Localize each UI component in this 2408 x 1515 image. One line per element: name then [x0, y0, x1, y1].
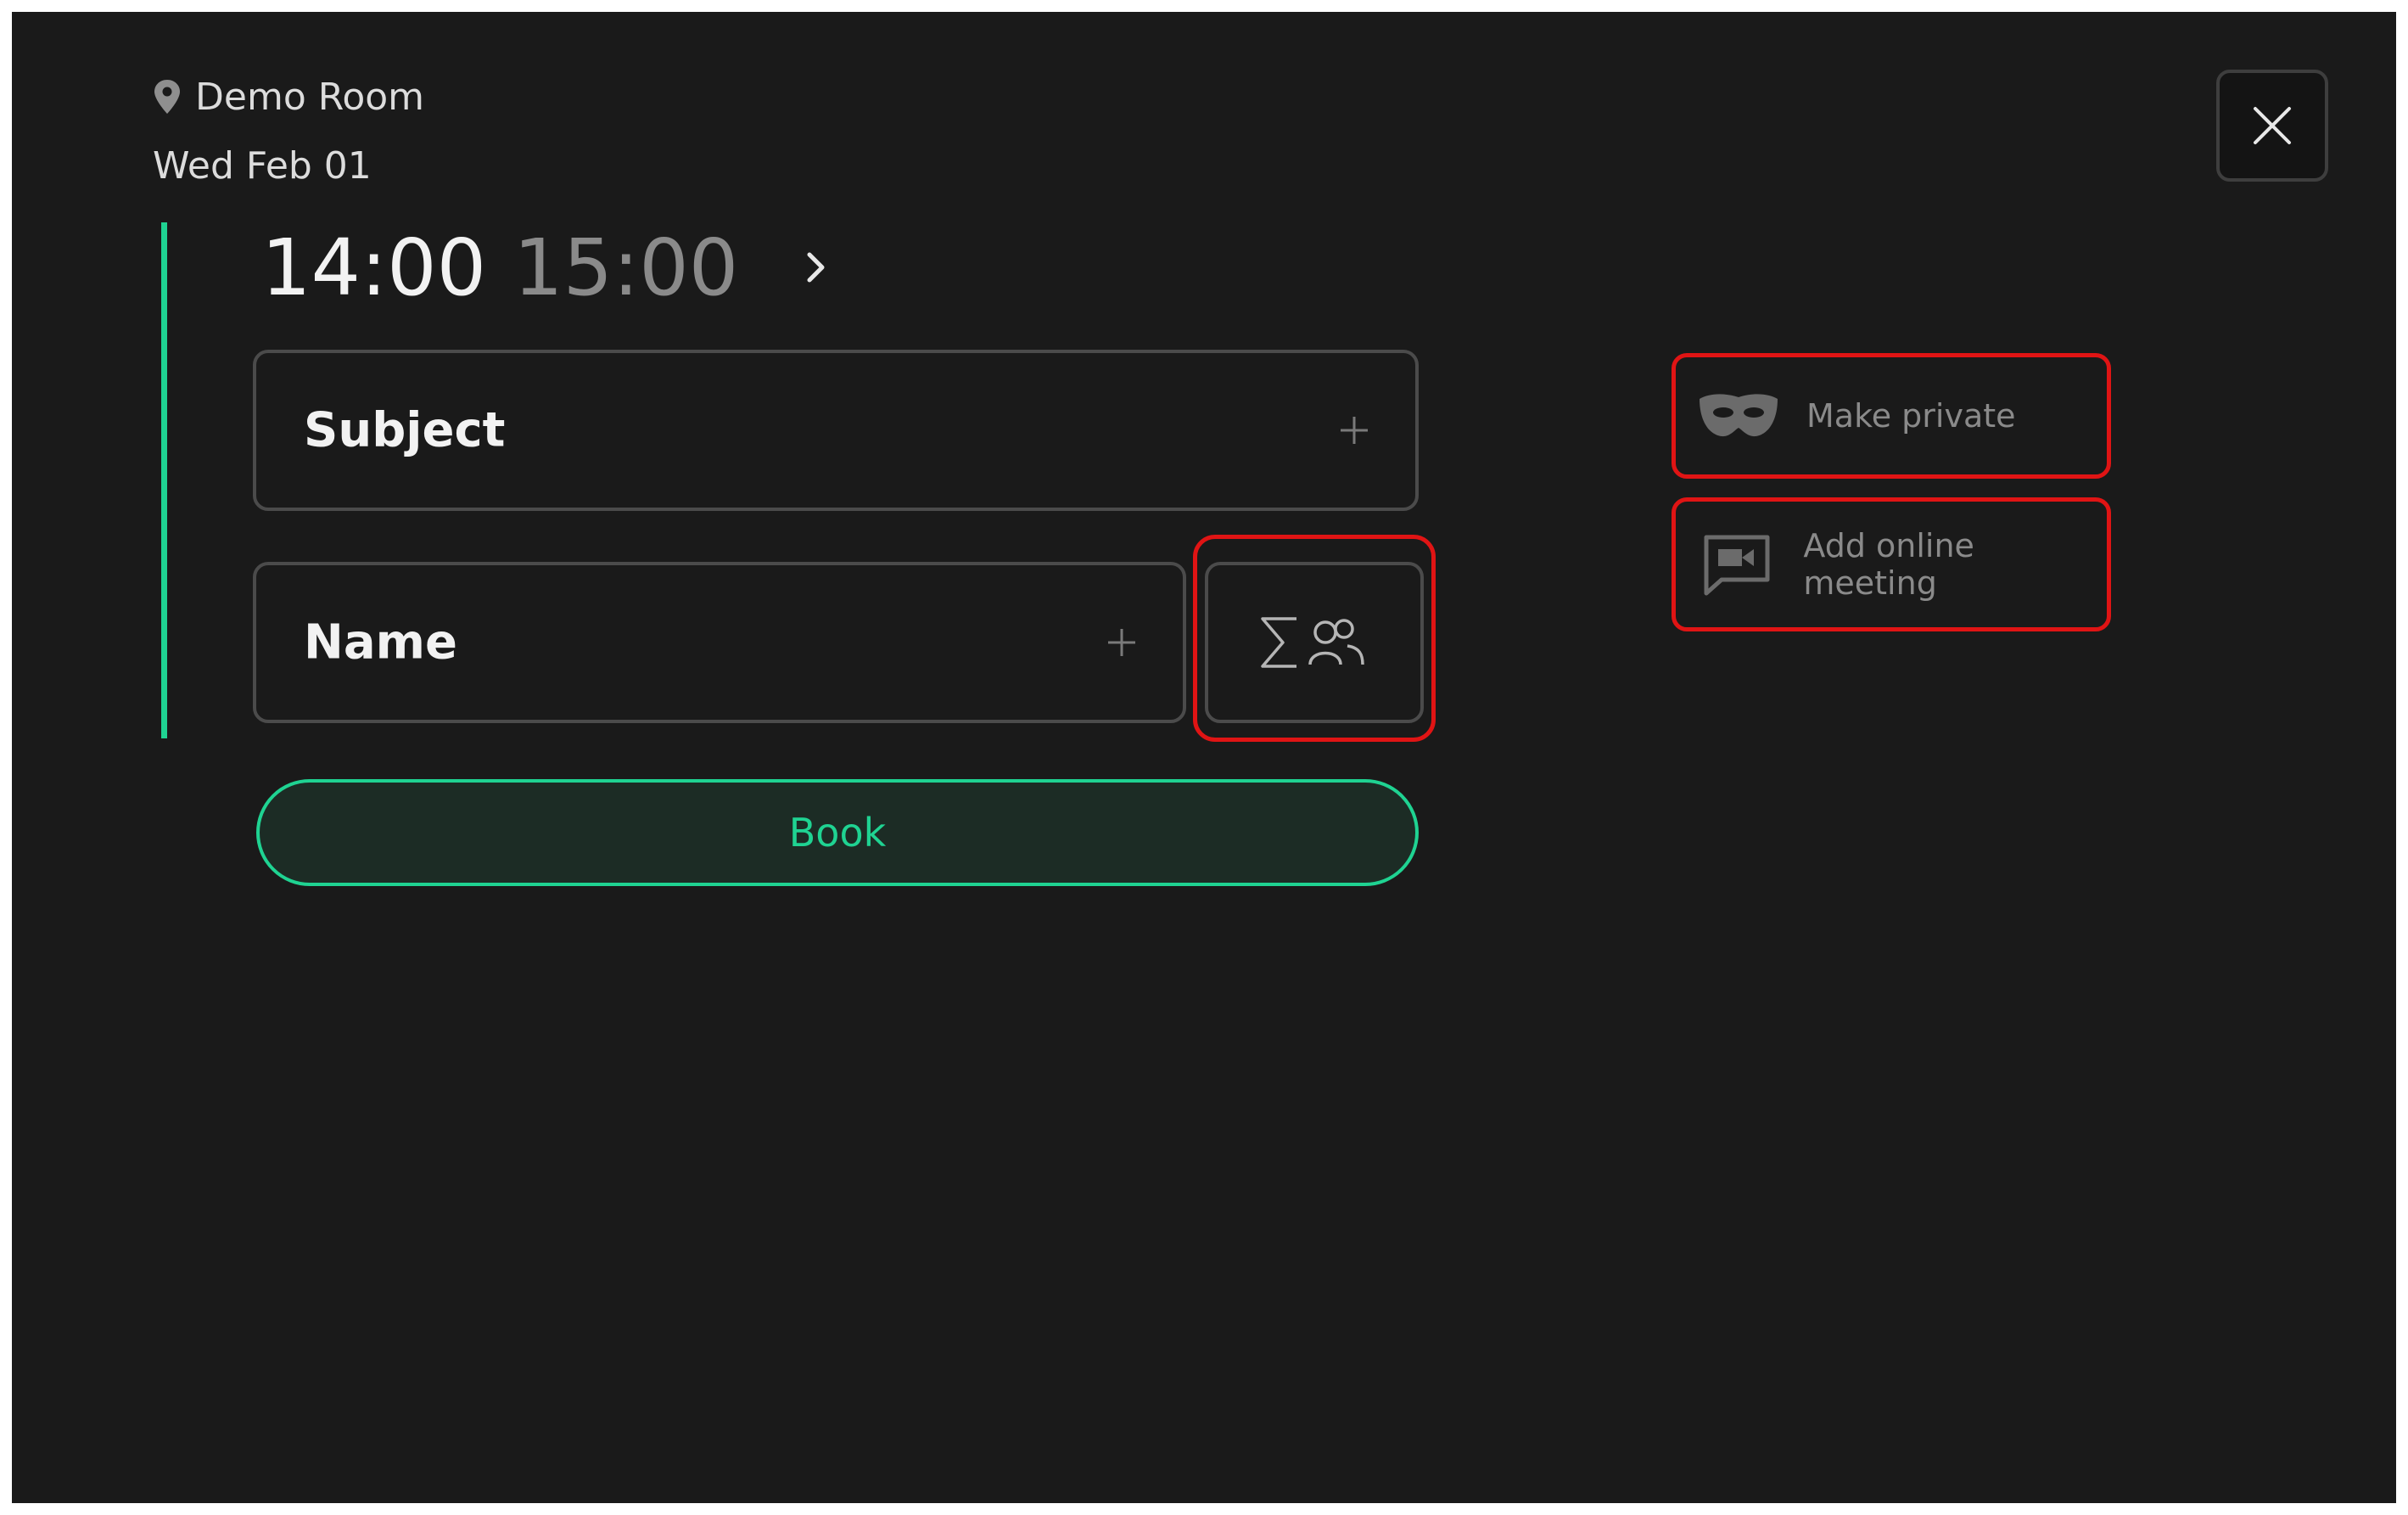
video-chat-icon: [1696, 532, 1778, 597]
name-label: Name: [304, 614, 457, 671]
subject-input[interactable]: Subject: [253, 350, 1419, 511]
make-private-button[interactable]: Make private: [1672, 353, 2111, 479]
location-pin-icon: [154, 80, 180, 114]
end-time[interactable]: 15:00: [513, 222, 738, 313]
plus-icon[interactable]: [1105, 626, 1139, 659]
room-location: Demo Room: [153, 71, 424, 122]
start-time[interactable]: 14:00: [261, 222, 486, 313]
close-icon: [2254, 107, 2291, 144]
booking-screen: Demo Room Wed Feb 01 14:00 15:00 Subject…: [12, 12, 2396, 1503]
name-input[interactable]: Name: [253, 562, 1186, 723]
subject-label: Subject: [304, 402, 506, 458]
book-button[interactable]: Book: [256, 779, 1419, 886]
booking-date: Wed Feb 01: [153, 144, 372, 188]
mask-icon: [1696, 390, 1781, 441]
chevron-right-icon[interactable]: [799, 250, 833, 284]
time-range: 14:00 15:00: [261, 212, 833, 323]
close-button[interactable]: [2216, 70, 2328, 182]
plus-icon[interactable]: [1337, 413, 1371, 447]
sum-attendees-icon: [1261, 617, 1364, 668]
time-accent-bar: [161, 222, 167, 738]
add-online-meeting-button[interactable]: Add online meeting: [1672, 497, 2111, 631]
make-private-label: Make private: [1806, 397, 2016, 435]
online-meeting-label: Add online meeting: [1803, 527, 1974, 602]
room-name: Demo Room: [195, 75, 425, 119]
attendees-count-button[interactable]: [1205, 562, 1424, 723]
